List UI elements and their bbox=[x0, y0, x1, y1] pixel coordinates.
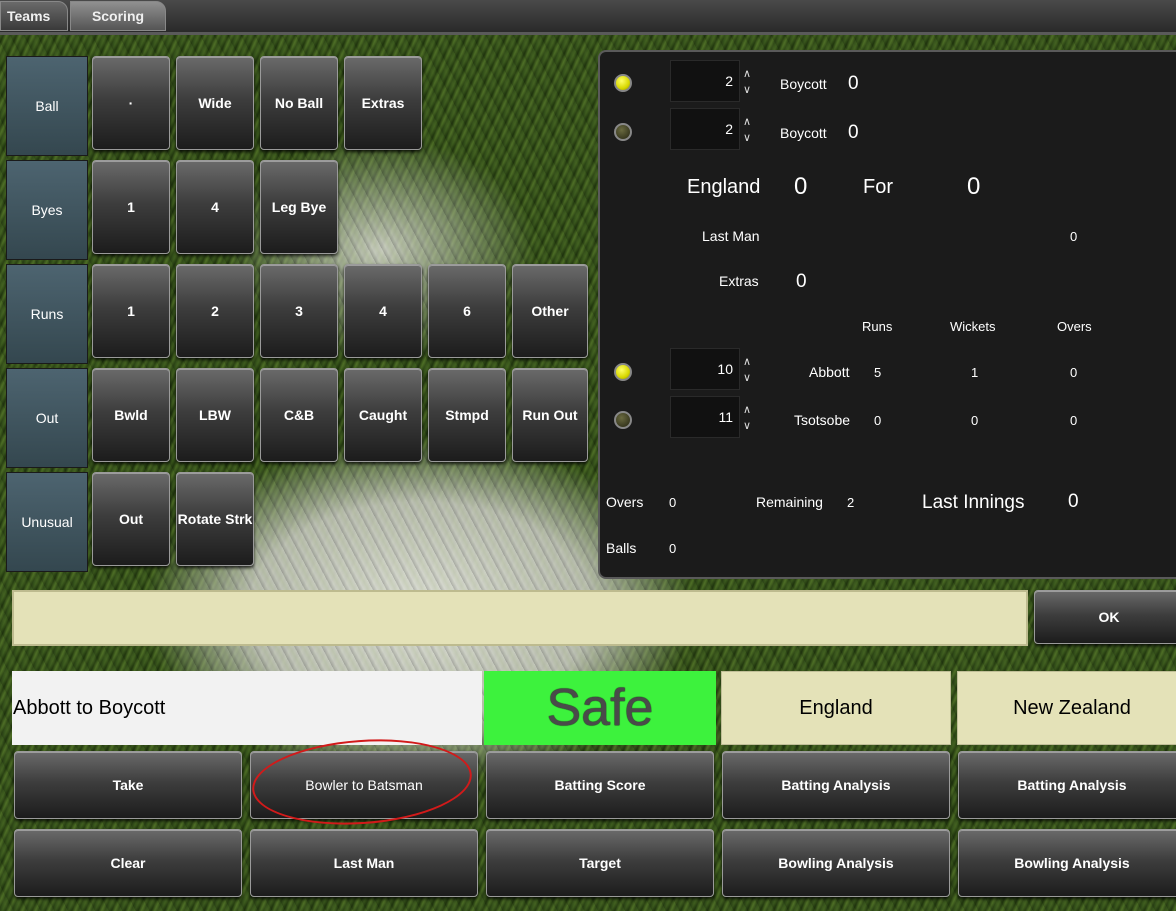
delivery-description: Abbott to Boycott bbox=[12, 671, 482, 745]
extras-value: 0 bbox=[796, 271, 807, 292]
row-label-ball: Ball bbox=[6, 56, 88, 156]
spinner-up-icon[interactable]: ∧ bbox=[743, 405, 751, 416]
bowler-2-wickets: 0 bbox=[971, 413, 979, 428]
inactive-bowler-indicator-icon[interactable] bbox=[614, 411, 632, 429]
bowling-analysis-button-2[interactable]: Bowling Analysis bbox=[958, 829, 1176, 897]
batting-analysis-button-1[interactable]: Batting Analysis bbox=[722, 751, 950, 819]
tab-bar: Teams Scoring bbox=[0, 0, 1176, 35]
runs-1-button[interactable]: 1 bbox=[92, 264, 170, 358]
batsman-1-number: 2 bbox=[725, 73, 733, 89]
target-button[interactable]: Target bbox=[486, 829, 714, 897]
rotate-strike-button[interactable]: Rotate Strk bbox=[176, 472, 254, 566]
unusual-out-button[interactable]: Out bbox=[92, 472, 170, 566]
overs-value: 0 bbox=[669, 495, 677, 510]
balls-label: Balls bbox=[606, 540, 637, 556]
row-label-out: Out bbox=[6, 368, 88, 468]
result-status-badge: Safe bbox=[484, 671, 716, 745]
last-man-value: 0 bbox=[1070, 229, 1078, 244]
spinner-up-icon[interactable]: ∧ bbox=[743, 357, 751, 368]
row-label-byes: Byes bbox=[6, 160, 88, 260]
overs-header: Overs bbox=[1057, 319, 1092, 334]
non-striker-indicator-icon[interactable] bbox=[614, 123, 632, 141]
bowled-button[interactable]: Bwld bbox=[92, 368, 170, 462]
run-out-button[interactable]: Run Out bbox=[512, 368, 588, 462]
bowler-2-overs: 0 bbox=[1070, 413, 1078, 428]
for-label: For bbox=[863, 176, 893, 198]
runs-6-button[interactable]: 6 bbox=[428, 264, 506, 358]
runs-2-button[interactable]: 2 bbox=[176, 264, 254, 358]
extras-label: Extras bbox=[719, 273, 759, 289]
last-man-label: Last Man bbox=[702, 228, 760, 244]
batsman-2-number: 2 bbox=[725, 121, 733, 137]
spinner-up-icon[interactable]: ∧ bbox=[743, 117, 751, 128]
batsman-2-score: 0 bbox=[848, 122, 859, 143]
bowler-2-runs: 0 bbox=[874, 413, 882, 428]
remaining-value: 2 bbox=[847, 495, 855, 510]
tab-scoring[interactable]: Scoring bbox=[70, 1, 166, 31]
batsman-1-number-spinner[interactable]: 2 ∧ ∨ bbox=[670, 60, 751, 102]
spinner-down-icon[interactable]: ∨ bbox=[743, 133, 751, 144]
dot-ball-button[interactable]: · bbox=[92, 56, 170, 150]
score-panel: 2 ∧ ∨ Boycott 0 2 ∧ ∨ Boycott 0 England … bbox=[598, 50, 1176, 579]
row-label-unusual: Unusual bbox=[6, 472, 88, 572]
active-bowler-indicator-icon[interactable] bbox=[614, 363, 632, 381]
team-score: 0 bbox=[794, 173, 808, 200]
bowler-1-number-spinner[interactable]: 10 ∧ ∨ bbox=[670, 348, 751, 390]
extras-button[interactable]: Extras bbox=[344, 56, 422, 150]
bowling-analysis-button-1[interactable]: Bowling Analysis bbox=[722, 829, 950, 897]
leg-bye-button[interactable]: Leg Bye bbox=[260, 160, 338, 254]
no-ball-button[interactable]: No Ball bbox=[260, 56, 338, 150]
last-innings-value: 0 bbox=[1068, 491, 1079, 512]
spinner-down-icon[interactable]: ∨ bbox=[743, 421, 751, 432]
overs-label: Overs bbox=[606, 494, 644, 510]
command-input[interactable] bbox=[12, 590, 1028, 646]
runs-other-button[interactable]: Other bbox=[512, 264, 588, 358]
batsman-2-number-spinner[interactable]: 2 ∧ ∨ bbox=[670, 108, 751, 150]
caught-and-bowled-button[interactable]: C&B bbox=[260, 368, 338, 462]
ok-button[interactable]: OK bbox=[1034, 590, 1176, 644]
wickets-header: Wickets bbox=[950, 319, 996, 334]
stumped-button[interactable]: Stmpd bbox=[428, 368, 506, 462]
balls-value: 0 bbox=[669, 541, 677, 556]
byes-4-button[interactable]: 4 bbox=[176, 160, 254, 254]
team-2-button[interactable]: New Zealand bbox=[957, 671, 1176, 745]
row-label-runs: Runs bbox=[6, 264, 88, 364]
last-innings-label: Last Innings bbox=[922, 492, 1025, 513]
batting-score-button[interactable]: Batting Score bbox=[486, 751, 714, 819]
byes-1-button[interactable]: 1 bbox=[92, 160, 170, 254]
remaining-label: Remaining bbox=[756, 494, 823, 510]
batting-analysis-button-2[interactable]: Batting Analysis bbox=[958, 751, 1176, 819]
team-name: England bbox=[687, 176, 761, 198]
wickets-for: 0 bbox=[967, 173, 981, 200]
bowler-1-runs: 5 bbox=[874, 365, 882, 380]
bowler-1-overs: 0 bbox=[1070, 365, 1078, 380]
spinner-up-icon[interactable]: ∧ bbox=[743, 69, 751, 80]
bowler-1-number: 10 bbox=[717, 361, 733, 377]
batsman-2-name: Boycott bbox=[780, 125, 827, 141]
last-man-button[interactable]: Last Man bbox=[250, 829, 478, 897]
wide-button[interactable]: Wide bbox=[176, 56, 254, 150]
caught-button[interactable]: Caught bbox=[344, 368, 422, 462]
runs-4-button[interactable]: 4 bbox=[344, 264, 422, 358]
team-1-button[interactable]: England bbox=[721, 671, 951, 745]
tab-teams[interactable]: Teams bbox=[0, 1, 68, 31]
bowler-1-name: Abbott bbox=[809, 364, 850, 380]
bowler-2-name: Tsotsobe bbox=[794, 412, 851, 428]
bowler-2-number-spinner[interactable]: 11 ∧ ∨ bbox=[670, 396, 751, 438]
runs-header: Runs bbox=[862, 319, 893, 334]
bowler-2-number: 11 bbox=[718, 409, 733, 425]
runs-3-button[interactable]: 3 bbox=[260, 264, 338, 358]
clear-button[interactable]: Clear bbox=[14, 829, 242, 897]
bowler-1-wickets: 1 bbox=[971, 365, 979, 380]
lbw-button[interactable]: LBW bbox=[176, 368, 254, 462]
batsman-1-name: Boycott bbox=[780, 76, 827, 92]
batsman-1-score: 0 bbox=[848, 73, 859, 94]
take-button[interactable]: Take bbox=[14, 751, 242, 819]
bowler-to-batsman-button[interactable]: Bowler to Batsman bbox=[250, 751, 478, 819]
spinner-down-icon[interactable]: ∨ bbox=[743, 373, 751, 384]
striker-indicator-icon[interactable] bbox=[614, 74, 632, 92]
spinner-down-icon[interactable]: ∨ bbox=[743, 85, 751, 96]
